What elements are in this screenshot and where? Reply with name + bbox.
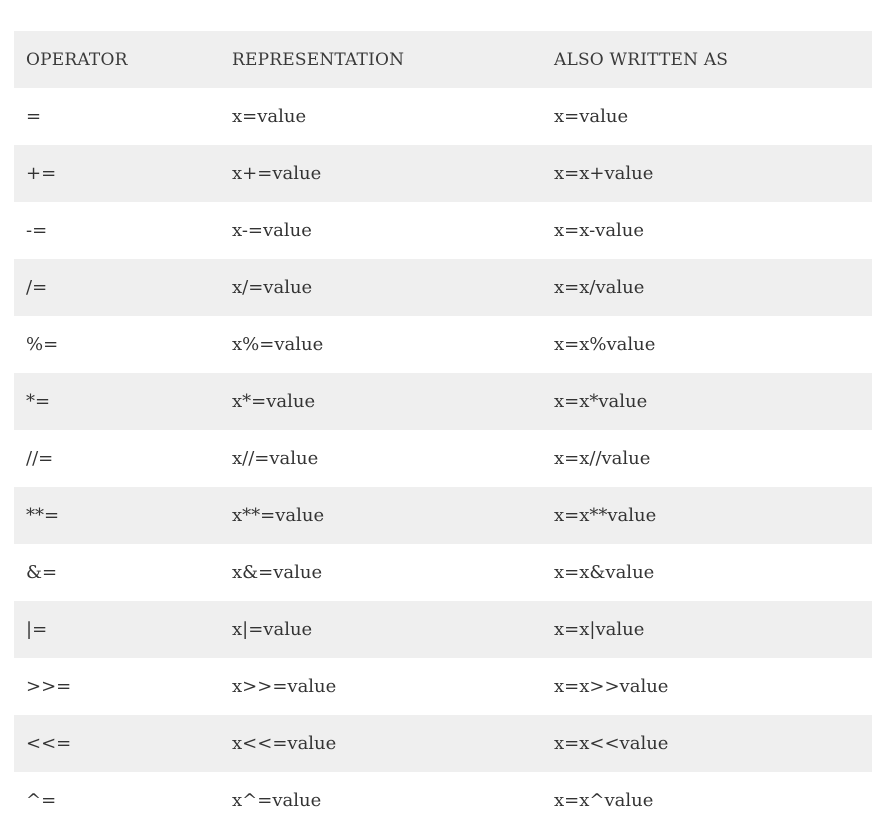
also-written-as-cell: x=x*value bbox=[542, 373, 872, 430]
also-written-as-cell: x=x//value bbox=[542, 430, 872, 487]
table-row: /= x/=value x=x/value bbox=[14, 259, 872, 316]
operator-cell: += bbox=[14, 145, 220, 202]
operator-cell: *= bbox=[14, 373, 220, 430]
representation-cell: x>>=value bbox=[220, 658, 542, 715]
table-row: &= x&=value x=x&value bbox=[14, 544, 872, 601]
table-row: ^= x^=value x=x^value bbox=[14, 772, 872, 829]
representation-cell: x*=value bbox=[220, 373, 542, 430]
table-row: *= x*=value x=x*value bbox=[14, 373, 872, 430]
representation-cell: x|=value bbox=[220, 601, 542, 658]
operator-cell: >>= bbox=[14, 658, 220, 715]
representation-cell: x%=value bbox=[220, 316, 542, 373]
also-written-as-cell: x=value bbox=[542, 88, 872, 145]
table-row: **= x**=value x=x**value bbox=[14, 487, 872, 544]
also-written-as-cell: x=x/value bbox=[542, 259, 872, 316]
also-written-as-cell: x=x^value bbox=[542, 772, 872, 829]
operator-cell: = bbox=[14, 88, 220, 145]
table-row: >>= x>>=value x=x>>value bbox=[14, 658, 872, 715]
representation-cell: x/=value bbox=[220, 259, 542, 316]
also-written-as-cell: x=x**value bbox=[542, 487, 872, 544]
also-written-as-cell: x=x<<value bbox=[542, 715, 872, 772]
header-operator: OPERATOR bbox=[14, 31, 220, 88]
operator-cell: %= bbox=[14, 316, 220, 373]
header-representation: REPRESENTATION bbox=[220, 31, 542, 88]
operator-cell: &= bbox=[14, 544, 220, 601]
table-row: += x+=value x=x+value bbox=[14, 145, 872, 202]
operator-cell: **= bbox=[14, 487, 220, 544]
table-row: //= x//=value x=x//value bbox=[14, 430, 872, 487]
operator-cell: ^= bbox=[14, 772, 220, 829]
operator-cell: -= bbox=[14, 202, 220, 259]
table-row: %= x%=value x=x%value bbox=[14, 316, 872, 373]
table-row: |= x|=value x=x|value bbox=[14, 601, 872, 658]
table-body: = x=value x=value += x+=value x=x+value … bbox=[14, 88, 872, 829]
representation-cell: x//=value bbox=[220, 430, 542, 487]
also-written-as-cell: x=x%value bbox=[542, 316, 872, 373]
operator-cell: /= bbox=[14, 259, 220, 316]
operator-cell: |= bbox=[14, 601, 220, 658]
representation-cell: x^=value bbox=[220, 772, 542, 829]
also-written-as-cell: x=x|value bbox=[542, 601, 872, 658]
header-row: OPERATOR REPRESENTATION ALSO WRITTEN AS bbox=[14, 31, 872, 88]
table-row: = x=value x=value bbox=[14, 88, 872, 145]
header-also-written-as: ALSO WRITTEN AS bbox=[542, 31, 872, 88]
representation-cell: x+=value bbox=[220, 145, 542, 202]
representation-cell: x-=value bbox=[220, 202, 542, 259]
also-written-as-cell: x=x+value bbox=[542, 145, 872, 202]
operator-table-container: OPERATOR REPRESENTATION ALSO WRITTEN AS … bbox=[14, 31, 872, 829]
representation-cell: x&=value bbox=[220, 544, 542, 601]
also-written-as-cell: x=x&value bbox=[542, 544, 872, 601]
table-row: <<= x<<=value x=x<<value bbox=[14, 715, 872, 772]
representation-cell: x**=value bbox=[220, 487, 542, 544]
also-written-as-cell: x=x-value bbox=[542, 202, 872, 259]
operator-cell: //= bbox=[14, 430, 220, 487]
table-header: OPERATOR REPRESENTATION ALSO WRITTEN AS bbox=[14, 31, 872, 88]
also-written-as-cell: x=x>>value bbox=[542, 658, 872, 715]
table-row: -= x-=value x=x-value bbox=[14, 202, 872, 259]
representation-cell: x<<=value bbox=[220, 715, 542, 772]
representation-cell: x=value bbox=[220, 88, 542, 145]
operator-cell: <<= bbox=[14, 715, 220, 772]
assignment-operators-table: OPERATOR REPRESENTATION ALSO WRITTEN AS … bbox=[14, 31, 872, 829]
